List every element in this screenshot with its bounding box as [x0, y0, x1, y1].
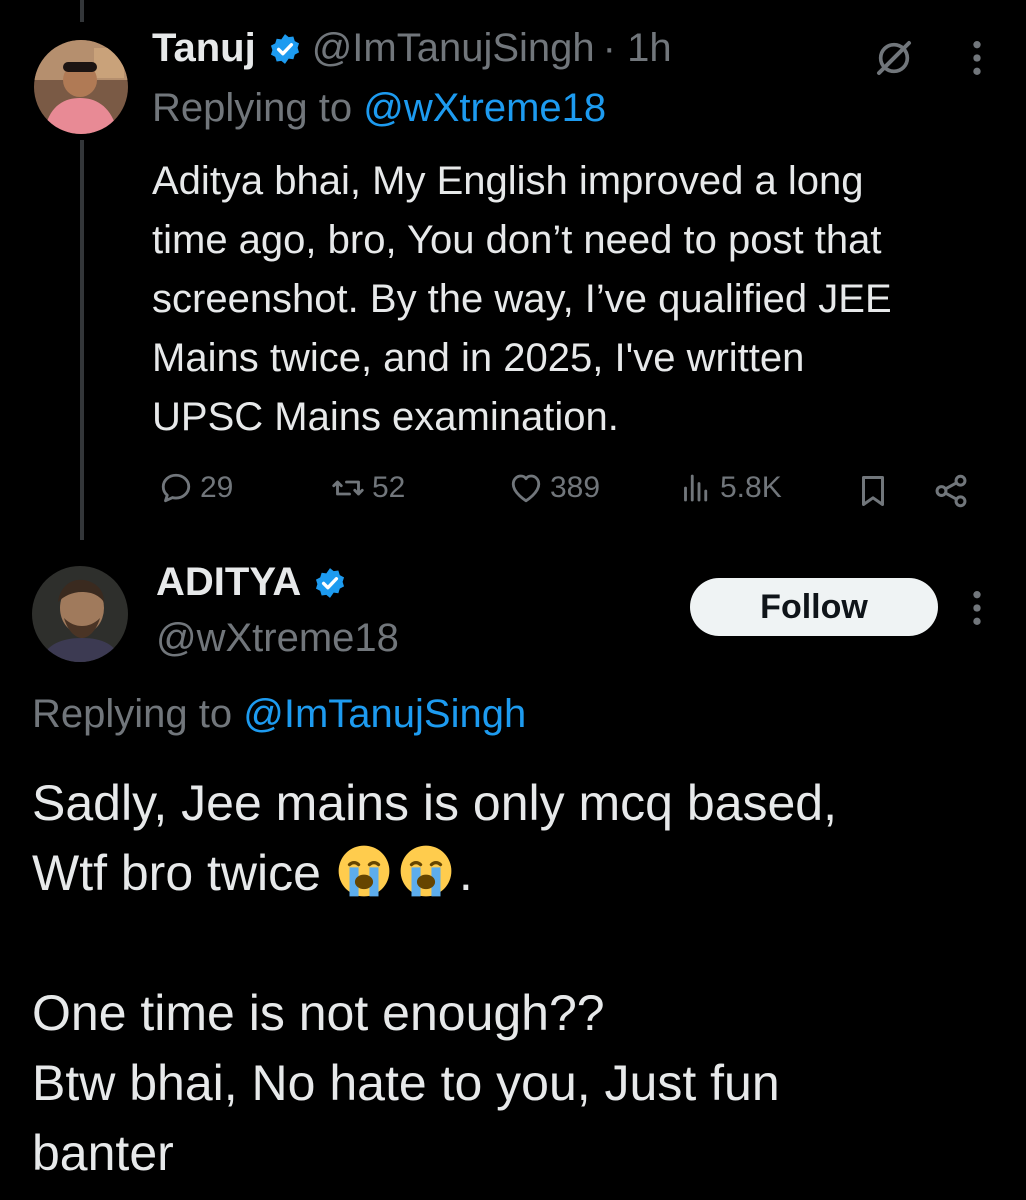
bookmark-icon[interactable]	[854, 472, 892, 510]
follow-button[interactable]: Follow	[690, 578, 938, 636]
loudly-crying-face-icon	[400, 845, 452, 897]
views-icon	[684, 474, 708, 502]
repost-count: 52	[372, 471, 406, 504]
tweet-text-line: banter	[32, 1125, 174, 1181]
author-name[interactable]: Tanuj	[152, 26, 256, 71]
tweet-time[interactable]: · 1h	[603, 26, 672, 71]
replying-to-handle[interactable]: @wXtreme18	[363, 86, 606, 130]
reply-button[interactable]: 29	[158, 470, 233, 506]
grok-icon[interactable]	[874, 38, 914, 78]
reply-icon	[161, 473, 191, 503]
avatar[interactable]	[32, 566, 128, 662]
replying-to-label: Replying to	[32, 692, 233, 736]
author-handle[interactable]: @ImTanujSingh	[312, 26, 595, 71]
tweet-text-line: UPSC Mains examination.	[152, 395, 619, 439]
reply-count: 29	[200, 471, 234, 504]
tweet-text-line: Btw bhai, No hate to you, Just fun	[32, 1055, 780, 1111]
tweet-header: Tanuj @ImTanujSingh · 1h	[152, 26, 672, 71]
thread-connector-top	[80, 0, 84, 22]
tweet-text-line: time ago, bro, You don’t need to post th…	[152, 218, 882, 262]
repost-button[interactable]: 52	[330, 470, 405, 506]
loudly-crying-face-icon	[338, 845, 390, 897]
tweet-text-line: Wtf bro twice .	[32, 838, 992, 908]
author-name[interactable]: ADITYA	[156, 560, 301, 605]
share-icon[interactable]	[932, 472, 970, 510]
tweet-text: Aditya bhai, My English improved a long …	[152, 152, 1012, 447]
replying-to-handle[interactable]: @ImTanujSingh	[243, 692, 526, 736]
like-count: 389	[550, 471, 601, 504]
tweet-text-line: Sadly, Jee mains is only mcq based,	[32, 775, 838, 831]
more-options-icon[interactable]	[962, 588, 992, 628]
heart-icon	[511, 474, 541, 503]
verified-badge-icon	[270, 33, 299, 64]
views-button[interactable]: 5.8K	[678, 470, 782, 506]
more-options-icon[interactable]	[962, 38, 992, 78]
paragraph-break	[32, 908, 992, 978]
tweet-text-line: Mains twice, and in 2025, I've written	[152, 336, 805, 380]
replying-to-label: Replying to	[152, 86, 353, 130]
verified-badge-icon	[316, 567, 345, 598]
author-name-row: ADITYA	[156, 560, 357, 605]
replying-to: Replying to @wXtreme18	[152, 86, 606, 131]
tweet-text: Sadly, Jee mains is only mcq based, Wtf …	[32, 768, 992, 1188]
like-button[interactable]: 389	[508, 470, 600, 506]
repost-icon	[332, 480, 364, 496]
tweet-text-line: Aditya bhai, My English improved a long	[152, 159, 864, 203]
tweet-text-segment: .	[458, 845, 473, 901]
avatar-image	[32, 566, 128, 662]
tweet-text-segment: Wtf bro twice	[32, 845, 321, 901]
author-handle[interactable]: @wXtreme18	[156, 616, 399, 661]
action-bar: 29 52 389 5.8K	[0, 470, 1026, 514]
tweet-text-line: One time is not enough??	[32, 985, 605, 1041]
view-count: 5.8K	[720, 471, 782, 504]
tweet-text-line: screenshot. By the way, I’ve qualified J…	[152, 277, 892, 321]
replying-to: Replying to @ImTanujSingh	[32, 692, 526, 737]
avatar[interactable]	[34, 40, 128, 134]
avatar-image	[34, 40, 128, 134]
